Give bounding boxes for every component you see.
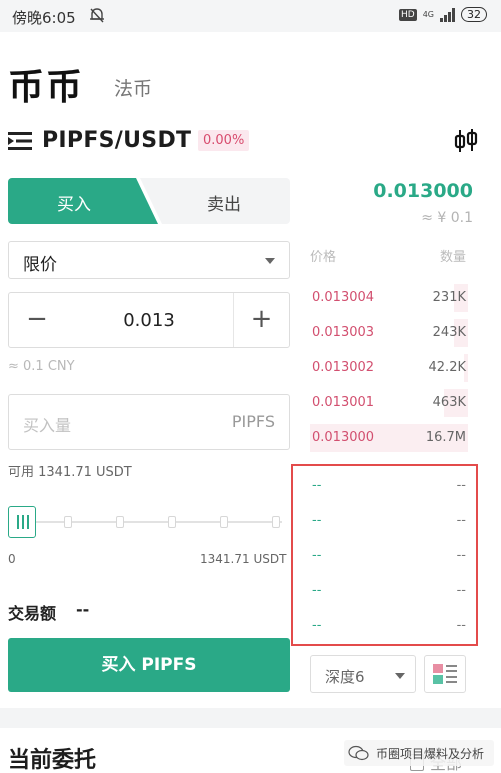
bid-quantity: --	[456, 548, 466, 563]
candlestick-icon[interactable]	[453, 127, 479, 155]
order-type-value: 限价	[23, 255, 57, 275]
amount-input[interactable]: 买入量 PIPFS	[8, 394, 290, 450]
trade-amount-value: --	[76, 600, 90, 619]
slider-stop[interactable]	[220, 516, 228, 528]
slider-stop[interactable]	[168, 516, 176, 528]
order-book-layout-icon	[433, 664, 457, 684]
bid-row[interactable]: -- --	[310, 583, 468, 603]
amount-slider[interactable]	[8, 502, 290, 542]
pair-symbol[interactable]: PIPFS/USDT	[42, 128, 191, 153]
price-increase-button[interactable]: +	[233, 293, 289, 347]
bid-row[interactable]: -- --	[310, 513, 468, 533]
bid-quantity: --	[456, 478, 466, 493]
slider-min-label: 0	[8, 552, 16, 566]
book-layout-button[interactable]	[424, 655, 466, 693]
bid-row[interactable]: -- --	[310, 618, 468, 638]
buy-sell-tabs: 卖出 买入	[8, 178, 290, 224]
price-decrease-button[interactable]: −	[9, 293, 65, 347]
slider-stop[interactable]	[116, 516, 124, 528]
hd-icon: HD	[399, 8, 417, 21]
chevron-down-icon	[265, 258, 275, 264]
ask-quantity: 463K	[432, 395, 466, 410]
ask-price: 0.013000	[312, 430, 375, 445]
slider-stop[interactable]	[272, 516, 280, 528]
bid-price: --	[312, 583, 322, 598]
ask-quantity: 243K	[432, 325, 466, 340]
watermark-text: 币圈项目爆料及分析	[376, 746, 485, 761]
menu-icon[interactable]	[8, 130, 32, 152]
slider-stop[interactable]	[64, 516, 72, 528]
quantity-column-header: 数量	[439, 250, 466, 265]
available-balance: 可用 1341.71 USDT	[8, 465, 132, 480]
buy-submit-button[interactable]: 买入 PIPFS	[8, 638, 290, 692]
bid-quantity: --	[456, 513, 466, 528]
price-stepper: − 0.013 +	[8, 292, 290, 348]
ask-row[interactable]: 0.013004 231K	[310, 284, 468, 312]
ask-quantity: 231K	[432, 290, 466, 305]
ask-quantity: 42.2K	[428, 360, 466, 375]
bid-price: --	[312, 618, 322, 633]
bid-quantity: --	[456, 583, 466, 598]
ask-row[interactable]: 0.013002 42.2K	[310, 354, 468, 382]
chevron-down-icon	[395, 673, 405, 679]
ask-price: 0.013001	[312, 395, 375, 410]
ask-row[interactable]: 0.013003 243K	[310, 319, 468, 347]
price-column-header: 价格	[310, 250, 337, 265]
change-badge: 0.00%	[198, 130, 250, 151]
slider-max-label: 1341.71 USDT	[200, 552, 287, 566]
tab-sell[interactable]: 卖出	[140, 178, 290, 224]
trade-amount-label: 交易额	[8, 604, 57, 623]
tab-sell-label: 卖出	[207, 195, 241, 215]
order-book-header: 价格 数量	[310, 246, 468, 265]
ask-row[interactable]: 0.013001 463K	[310, 389, 468, 417]
battery-icon: 32	[461, 7, 487, 22]
status-time: 傍晚6:05	[12, 9, 76, 27]
wechat-icon	[348, 745, 369, 761]
bell-muted-icon	[90, 8, 104, 23]
bid-price: --	[312, 548, 322, 563]
network-label: 4G	[422, 10, 434, 19]
tab-buy[interactable]: 买入	[8, 178, 158, 224]
ask-price: 0.013003	[312, 325, 375, 340]
section-divider	[0, 708, 501, 728]
depth-select[interactable]: 深度6	[310, 655, 416, 693]
price-input[interactable]: 0.013	[65, 310, 233, 331]
tab-fiat[interactable]: 法币	[114, 74, 152, 101]
status-bar: 傍晚6:05 HD 4G 32	[0, 0, 501, 32]
pair-row: PIPFS/USDT 0.00%	[8, 124, 493, 160]
page-title[interactable]: 币币	[8, 58, 84, 110]
ask-price: 0.013002	[312, 360, 375, 375]
signal-icon	[440, 7, 455, 22]
last-price: 0.013000	[373, 180, 473, 202]
bid-row[interactable]: -- --	[310, 548, 468, 568]
bid-price: --	[312, 513, 322, 528]
order-type-select[interactable]: 限价	[8, 241, 290, 279]
bid-price: --	[312, 478, 322, 493]
ask-price: 0.013004	[312, 290, 375, 305]
open-orders-title: 当前委托	[8, 748, 97, 773]
tab-buy-label: 买入	[57, 195, 91, 215]
price-cny-estimate: ≈ 0.1 CNY	[8, 359, 75, 374]
ask-row[interactable]: 0.013000 16.7M	[310, 424, 468, 452]
ask-quantity: 16.7M	[425, 430, 466, 445]
amount-placeholder: 买入量	[23, 416, 72, 435]
depth-value: 深度6	[325, 668, 365, 686]
bid-quantity: --	[456, 618, 466, 633]
amount-unit: PIPFS	[231, 412, 275, 431]
last-price-cny: ≈ ¥ 0.1	[421, 210, 473, 226]
slider-handle[interactable]	[8, 506, 36, 538]
bid-row[interactable]: -- --	[310, 478, 468, 498]
watermark: 币圈项目爆料及分析	[344, 740, 494, 766]
